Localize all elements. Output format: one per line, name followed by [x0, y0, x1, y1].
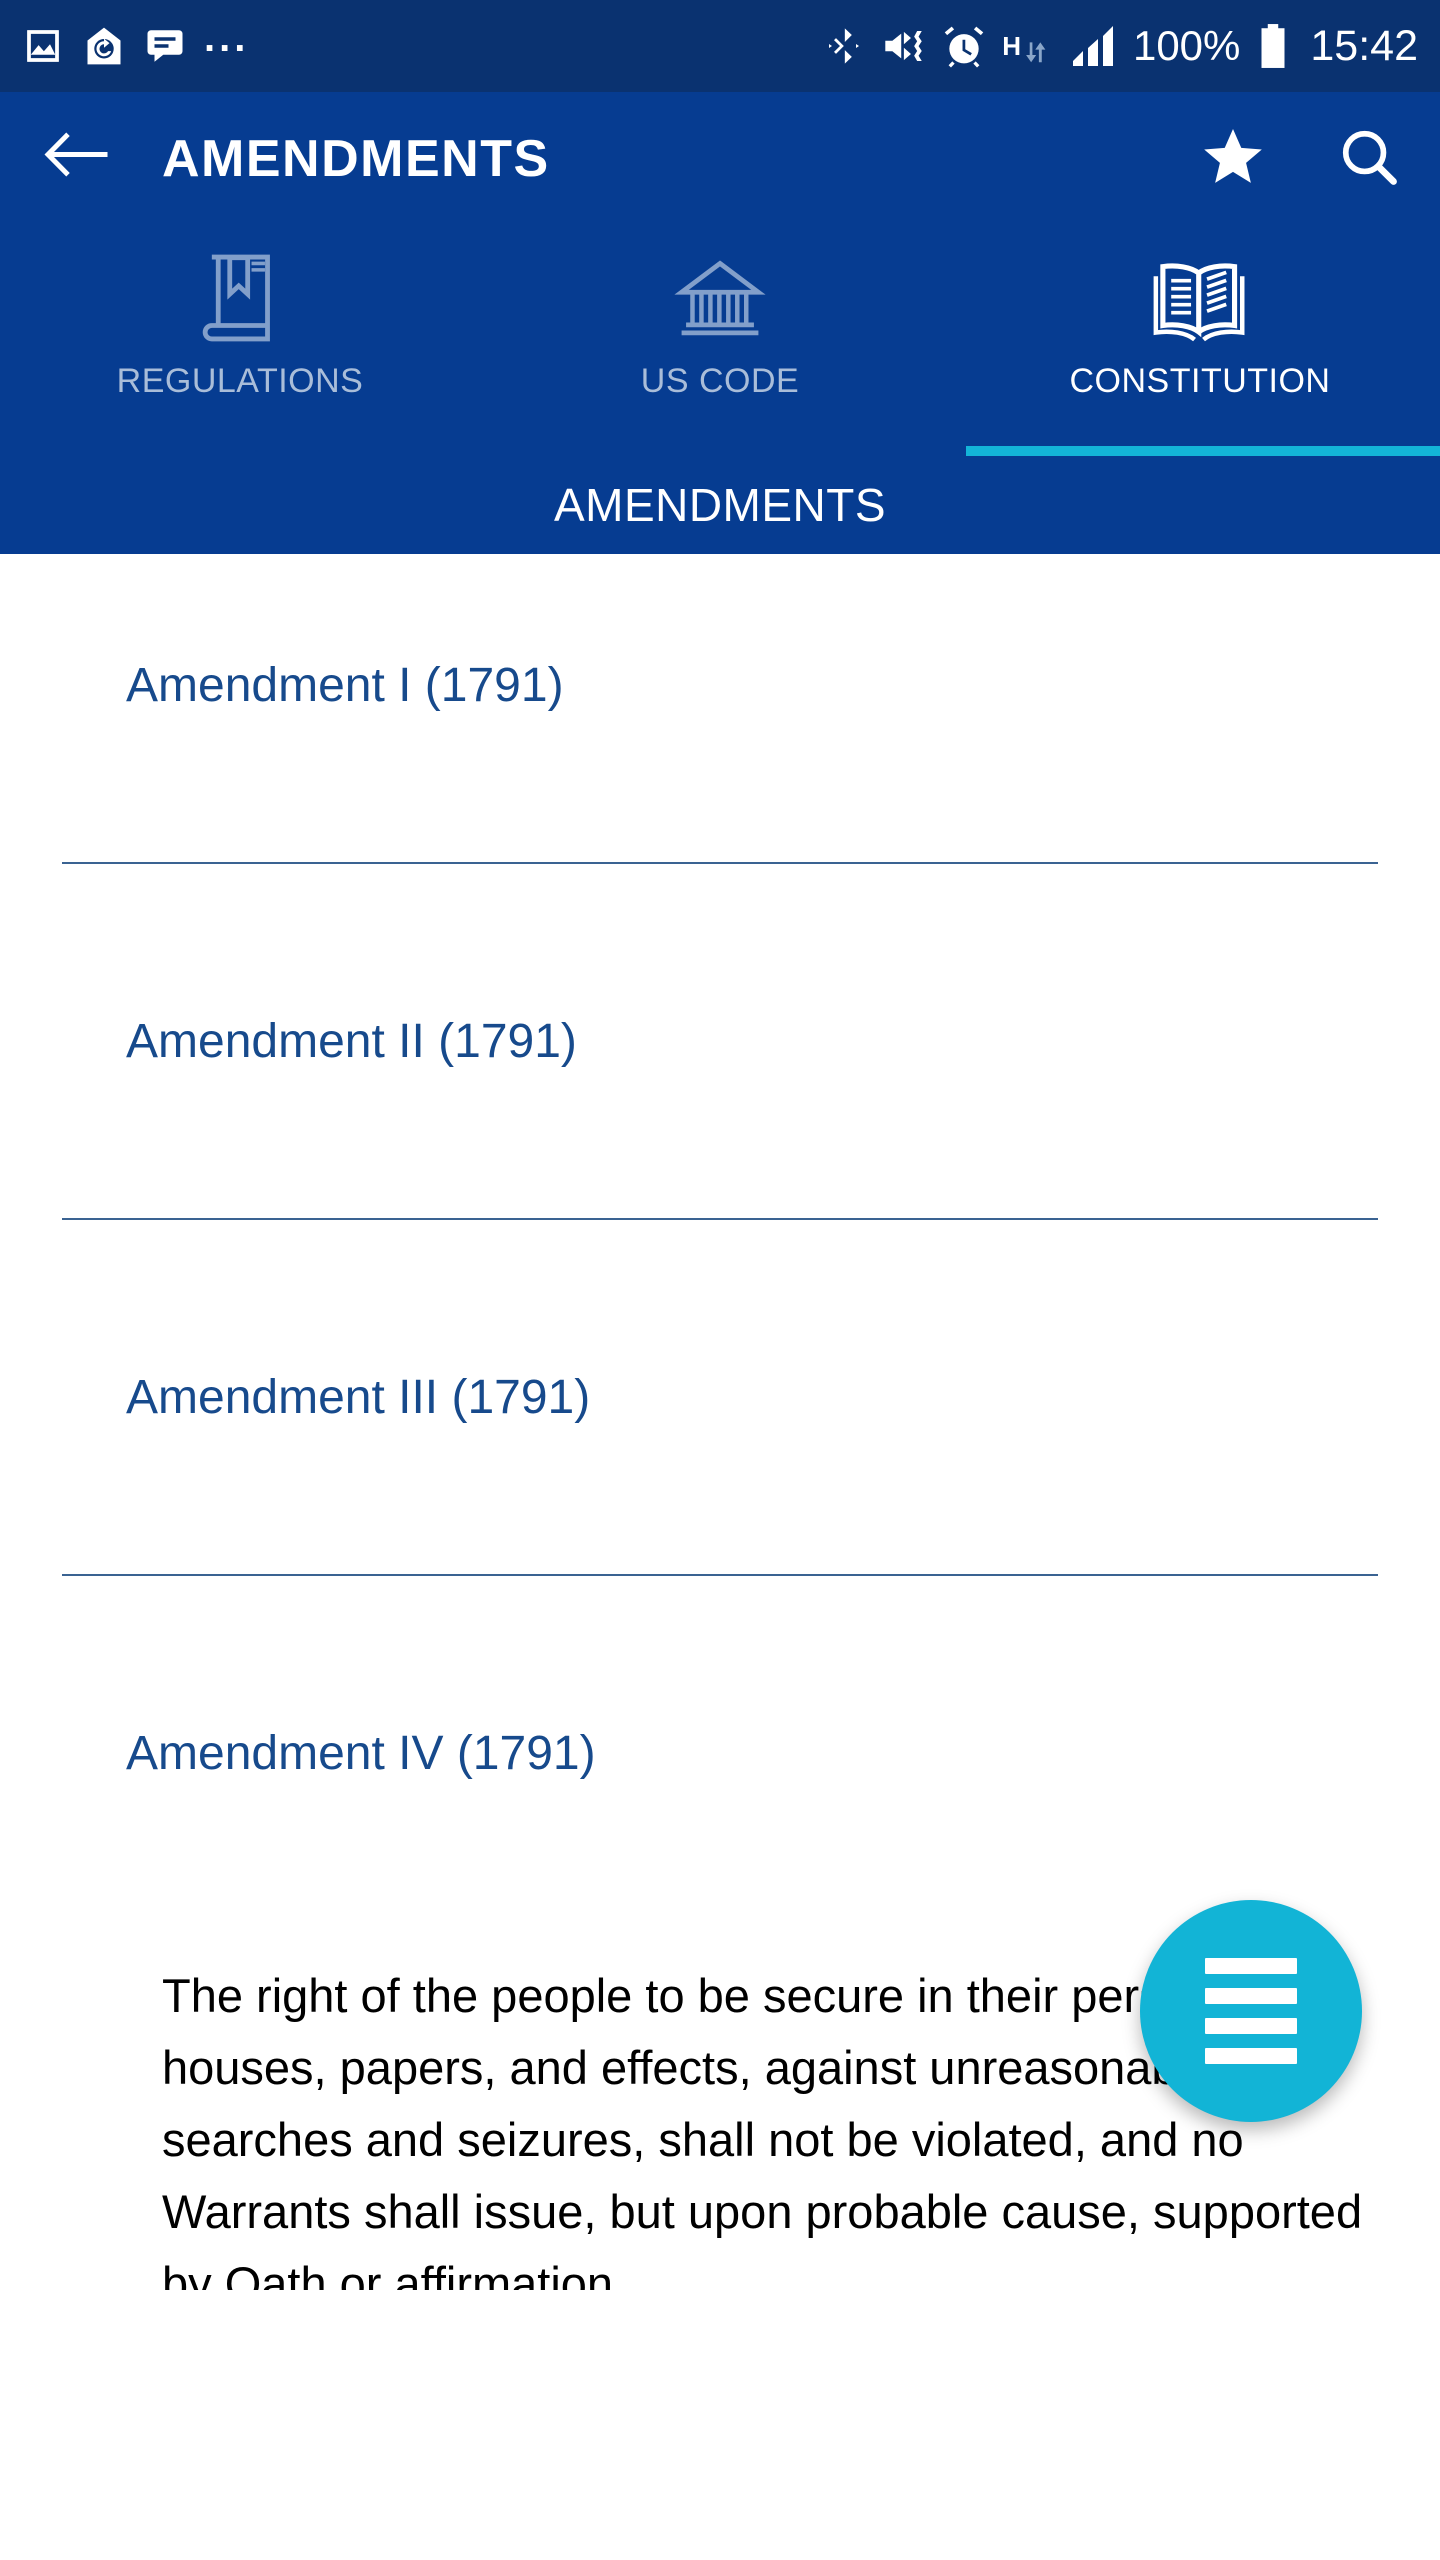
tab-label-regulations: REGULATIONS	[116, 362, 364, 400]
sub-header-title: AMENDMENTS	[553, 479, 887, 531]
signal-bars-icon	[1065, 24, 1117, 68]
status-bar: ... H 100% 15:42	[0, 0, 1440, 92]
list-item[interactable]: Amendment III (1791)	[0, 1220, 1440, 1574]
network-type-label: H	[1002, 31, 1021, 61]
book-bookmark-icon	[197, 248, 283, 348]
back-arrow-icon[interactable]	[40, 129, 110, 190]
app-bar-actions	[1200, 125, 1400, 194]
battery-percent-label: 100%	[1132, 22, 1241, 69]
list-item[interactable]: Amendment II (1791)	[0, 864, 1440, 1218]
status-bar-left-icons: ...	[22, 16, 250, 68]
image-icon	[22, 25, 64, 67]
network-type-indicator: H	[1002, 28, 1049, 64]
list-item-label: Amendment IV (1791)	[126, 1726, 596, 1780]
alarm-icon	[942, 24, 986, 68]
tab-label-constitution: CONSTITUTION	[1069, 362, 1331, 400]
list-item-label: Amendment III (1791)	[126, 1370, 591, 1424]
content-area: Amendment I (1791) Amendment II (1791) A…	[0, 554, 1440, 2290]
sub-header: AMENDMENTS	[0, 456, 1440, 554]
battery-icon	[1258, 23, 1288, 69]
app-update-icon	[82, 24, 126, 68]
active-tab-indicator	[966, 446, 1440, 456]
list-divider	[62, 862, 1378, 864]
message-icon	[144, 25, 186, 67]
list-item[interactable]: Amendment I (1791)	[0, 554, 1440, 862]
list-divider	[62, 1218, 1378, 1220]
open-book-icon	[1148, 248, 1252, 348]
search-icon[interactable]	[1338, 126, 1400, 193]
status-bar-right-icons: H 100% 15:42	[824, 23, 1418, 69]
list-divider	[62, 1574, 1378, 1576]
mute-vibrate-icon	[880, 24, 926, 68]
bluetooth-icon	[824, 24, 864, 68]
tab-constitution[interactable]: CONSTITUTION	[960, 226, 1440, 456]
tab-regulations[interactable]: REGULATIONS	[0, 226, 480, 456]
section-tabs: REGULATIONS US CODE CONSTITUTION	[0, 226, 1440, 456]
list-item-label: Amendment II (1791)	[126, 1014, 577, 1068]
page-title: AMENDMENTS	[162, 130, 550, 188]
capitol-building-icon	[672, 248, 768, 348]
list-menu-fab[interactable]	[1140, 1900, 1362, 2122]
tab-us-code[interactable]: US CODE	[480, 226, 960, 456]
list-item[interactable]: Amendment IV (1791)	[0, 1576, 1440, 1930]
clock-label: 15:42	[1310, 21, 1418, 70]
app-bar: AMENDMENTS	[0, 92, 1440, 226]
data-transfer-arrows-icon	[1026, 42, 1046, 63]
status-overflow-dots-icon: ...	[204, 16, 250, 60]
list-menu-icon	[1205, 1958, 1297, 2064]
star-icon[interactable]	[1200, 125, 1266, 194]
list-item-label: Amendment I (1791)	[126, 658, 564, 712]
tab-label-us-code: US CODE	[640, 362, 800, 400]
